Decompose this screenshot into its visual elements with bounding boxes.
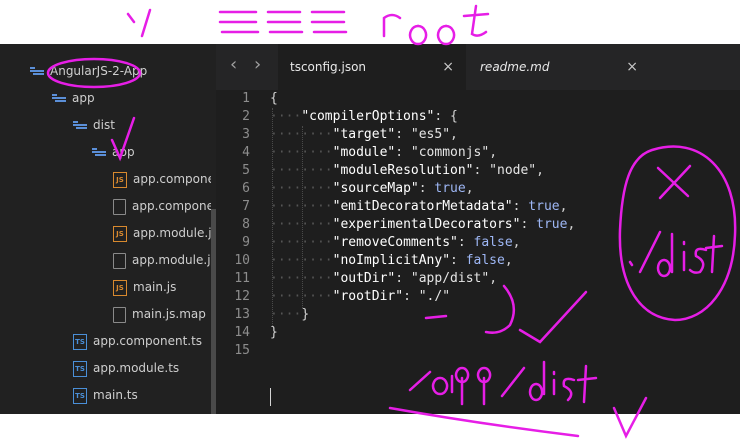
line-number: 12 — [234, 289, 250, 304]
line-number: 13 — [234, 307, 250, 322]
tree-item-file[interactable]: app.component.js.map — [113, 193, 211, 219]
close-icon[interactable]: × — [626, 44, 638, 90]
code-text: ········"noImplicitAny": false, — [270, 253, 513, 268]
line-number: 14 — [234, 325, 250, 340]
ts-file-icon: TS — [73, 387, 87, 404]
line-number: 15 — [234, 343, 250, 358]
code-text: ········"emitDecoratorMetadata": true, — [270, 199, 568, 214]
tree-item-label: main.ts — [93, 388, 138, 402]
code-text: ····} — [270, 307, 310, 322]
line-number: 6 — [242, 181, 250, 196]
code-text: { — [270, 91, 278, 106]
js-file-icon: JS — [113, 225, 127, 242]
tree-item-label: dist — [93, 118, 115, 132]
line-number: 2 — [242, 109, 250, 124]
tab-label: readme.md — [480, 60, 550, 74]
tree-item-file[interactable]: app.module.js.map — [113, 247, 211, 273]
tree-item-project-root[interactable]: AngularJS-2-App — [30, 58, 147, 84]
line-number: 10 — [234, 253, 250, 268]
tree-item-label: main.js — [133, 280, 177, 294]
tree-item-label: app.module.js — [133, 226, 211, 240]
line-number: 4 — [242, 145, 250, 160]
tree-item-file[interactable]: TS app.module.ts — [73, 355, 179, 381]
tab-label: tsconfig.json — [290, 60, 367, 74]
js-file-icon: JS — [113, 279, 127, 296]
code-text: ········"rootDir": "./" — [270, 289, 451, 304]
file-icon — [113, 198, 126, 215]
folder-icon — [92, 147, 106, 156]
tree-item-label: app — [72, 91, 95, 105]
tree-item-label: app.module.js.map — [132, 253, 211, 267]
back-arrow-icon[interactable]: ‹ — [230, 54, 237, 75]
code-text: ········"outDir": "app/dist", — [270, 271, 498, 286]
tree-item-dist-app-folder[interactable]: app — [92, 139, 135, 165]
code-text: ········"removeComments": false, — [270, 235, 521, 250]
line-number: 9 — [242, 235, 250, 250]
tree-item-label: main.js.map — [132, 307, 206, 321]
line-number: 5 — [242, 163, 250, 178]
js-file-icon: JS — [113, 171, 127, 188]
folder-icon — [73, 120, 87, 129]
line-number: 1 — [242, 91, 250, 106]
code-text: ········"sourceMap": true, — [270, 181, 474, 196]
line-number: 11 — [234, 271, 250, 286]
ts-file-icon: TS — [73, 360, 87, 377]
line-number: 7 — [242, 199, 250, 214]
line-number: 8 — [242, 217, 250, 232]
file-icon — [113, 252, 126, 269]
line-number: 3 — [242, 127, 250, 142]
tree-item-file[interactable]: JS app.module.js — [113, 220, 211, 246]
forward-arrow-icon[interactable]: › — [254, 54, 261, 75]
tree-item-dist-folder[interactable]: dist — [73, 112, 115, 138]
tree-item-label: app.module.ts — [93, 361, 180, 375]
code-text: ········"moduleResolution": "node", — [270, 163, 544, 178]
file-icon — [113, 306, 126, 323]
file-tree-sidebar: AngularJS-2-App app dist app JS app.compo… — [0, 44, 216, 414]
tree-item-file[interactable]: TS main.ts — [73, 382, 138, 408]
tree-item-label: app.component.js.map — [132, 199, 211, 213]
tab-bar: ‹ › tsconfig.json × readme.md × — [216, 44, 740, 90]
tree-item-file[interactable]: JS app.component.js — [113, 166, 211, 192]
tree-item-label: app — [112, 145, 135, 159]
code-text: ····"compilerOptions": { — [270, 109, 458, 124]
code-text: ········"experimentalDecorators": true, — [270, 217, 576, 232]
folder-icon — [52, 93, 66, 102]
code-editor[interactable]: 1 {2 ····"compilerOptions": { 3 ········"tar… — [216, 90, 740, 414]
ts-file-icon: TS — [73, 333, 87, 350]
tree-item-label: AngularJS-2-App — [50, 64, 148, 78]
tree-item-label: app.component.ts — [93, 334, 203, 348]
tree-item-app-folder[interactable]: app — [52, 85, 95, 111]
tree-item-file[interactable]: main.js.map — [113, 301, 206, 327]
tab-tsconfig[interactable]: tsconfig.json × — [278, 44, 466, 90]
tree-item-file[interactable]: JS main.js — [113, 274, 176, 300]
close-icon[interactable]: × — [442, 44, 454, 90]
text-cursor — [270, 388, 271, 406]
tree-item-label: app.component.js — [133, 172, 211, 186]
code-text: ········"module": "commonjs", — [270, 145, 498, 160]
code-text: ········"target": "es5", — [270, 127, 458, 142]
editor-window: AngularJS-2-App app dist app JS app.compo… — [0, 44, 740, 414]
tab-readme[interactable]: readme.md × — [468, 44, 650, 90]
code-text: } — [270, 325, 278, 340]
tree-item-file[interactable]: TS app.component.ts — [73, 328, 202, 354]
folder-icon — [30, 66, 44, 75]
